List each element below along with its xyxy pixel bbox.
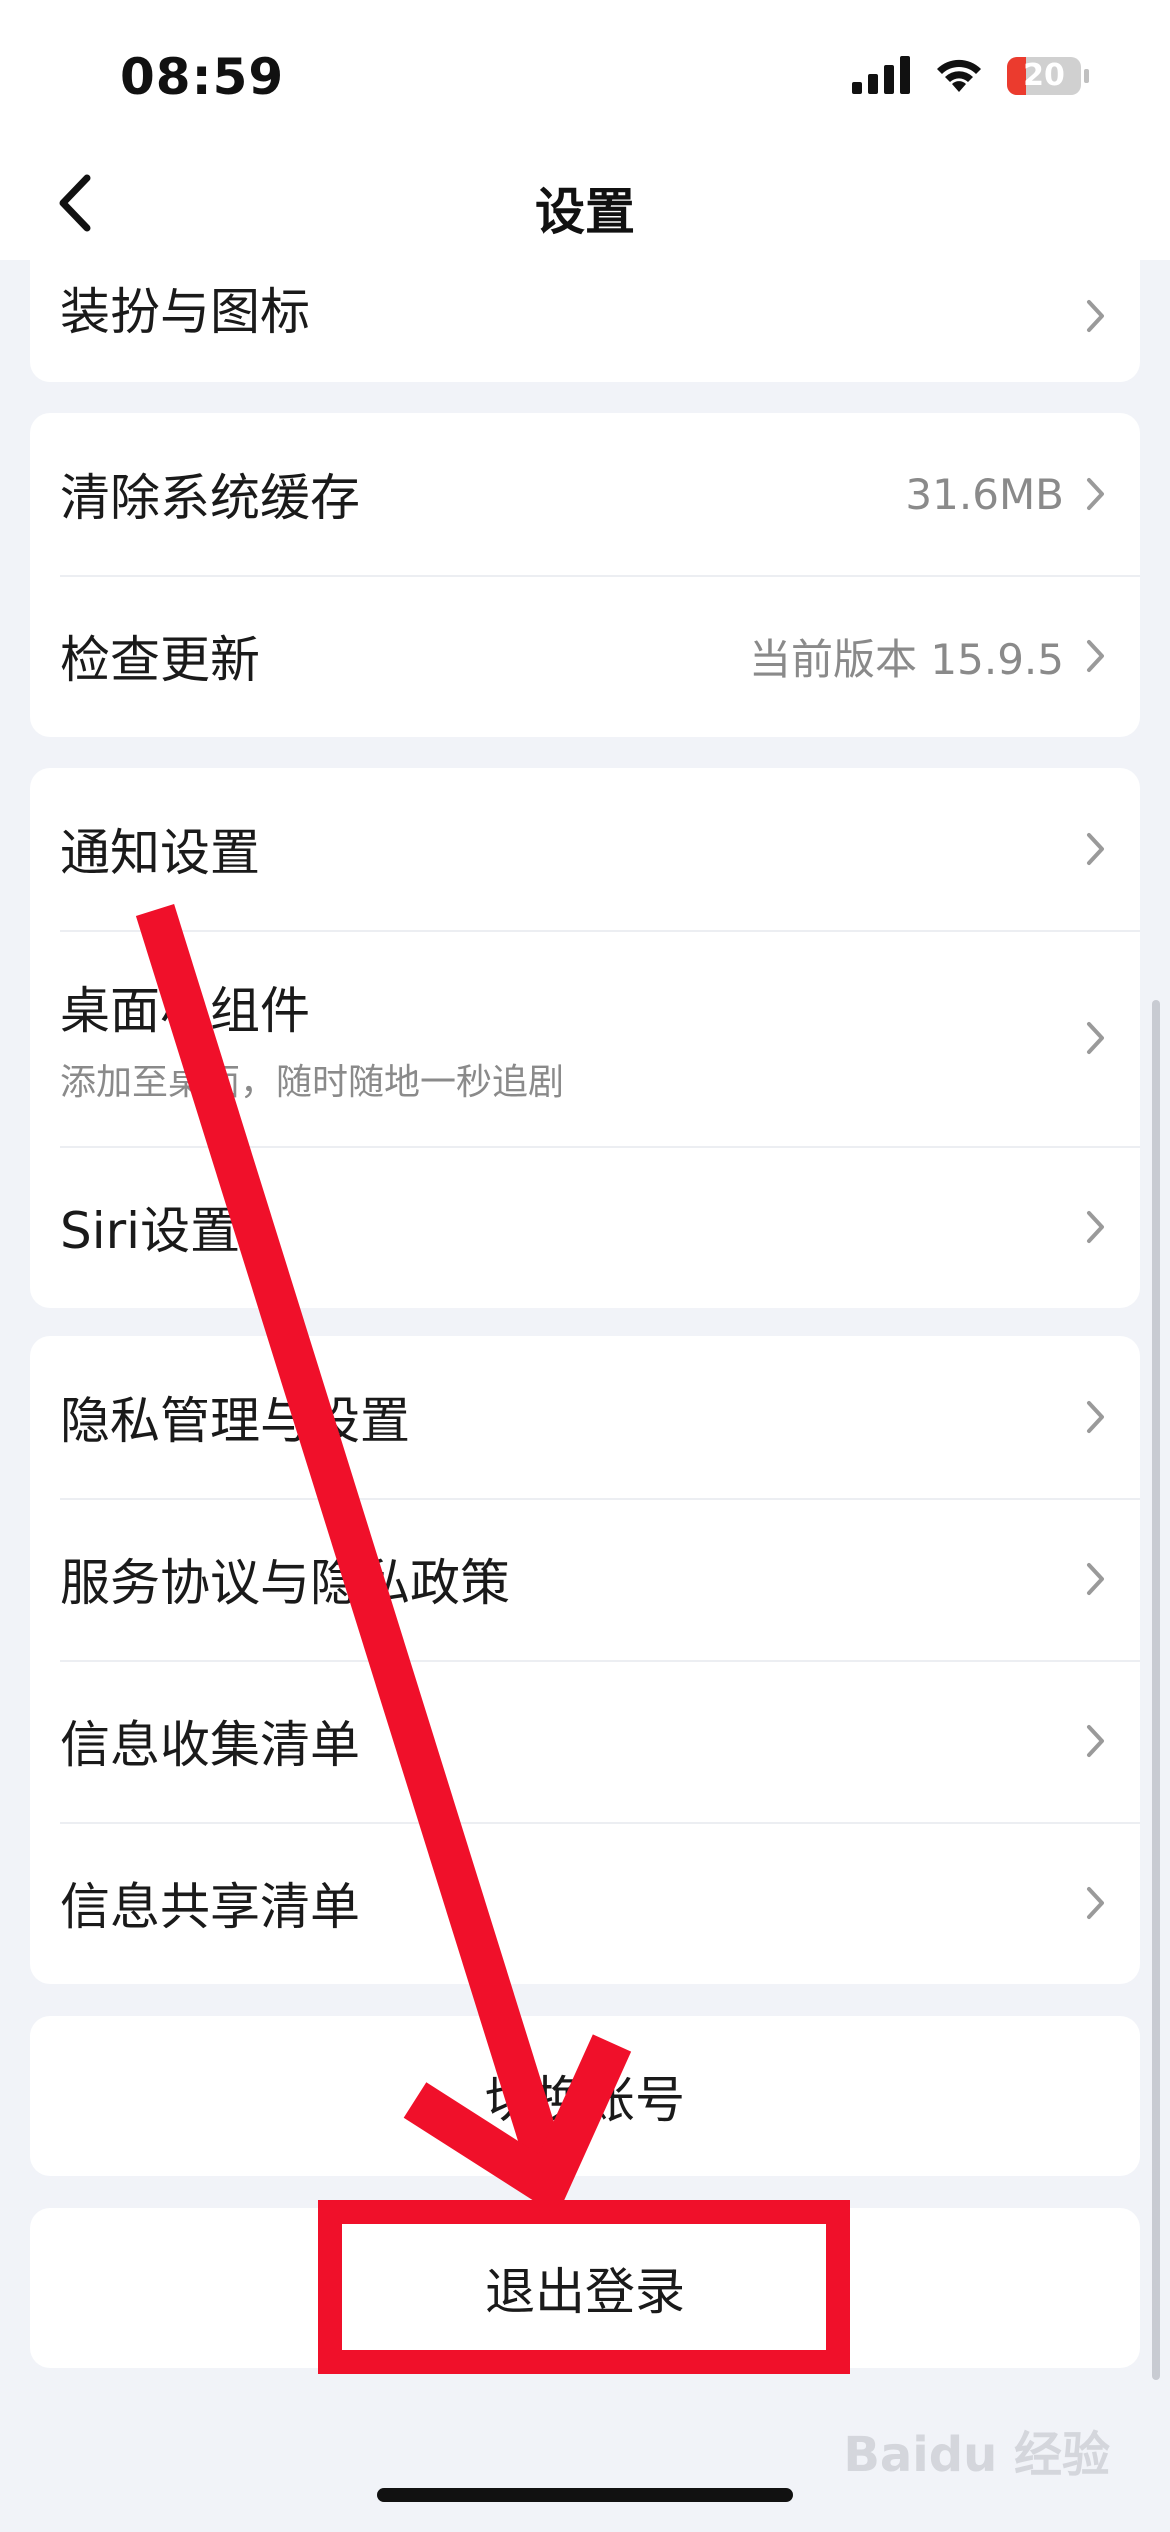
settings-row-privacy-management[interactable]: 隐私管理与设置 [30,1336,1140,1498]
chevron-right-icon [1086,1018,1110,1058]
chevron-right-icon [1086,1721,1110,1761]
chevron-right-icon [1086,474,1110,514]
status-icons: 20 [852,52,1090,100]
chevron-right-icon [1086,829,1110,869]
status-time: 08:59 [120,48,285,106]
row-label: 清除系统缓存 [60,469,360,527]
chevron-right-icon [1086,1397,1110,1437]
chevron-right-icon [1086,1207,1110,1247]
switch-account-card: 切换账号 [30,2016,1140,2176]
wifi-icon [932,54,986,98]
row-label: 装扮与图标 [60,283,310,341]
settings-row-notifications[interactable]: 通知设置 [30,768,1140,930]
home-indicator[interactable] [377,2488,793,2502]
settings-row-info-collection[interactable]: 信息收集清单 [30,1660,1140,1822]
row-label: 桌面小组件 [60,982,310,1040]
row-subtitle: 添加至桌面，随时随地一秒追剧 [60,1062,565,1103]
row-label: 信息收集清单 [60,1716,360,1774]
chevron-right-icon [1086,1559,1110,1599]
system-card: 清除系统缓存 31.6MB 检查更新 当前版本 15.9.5 [30,413,1140,737]
battery-icon: 20 [1006,56,1090,96]
row-label: 服务协议与隐私政策 [60,1554,510,1612]
row-label: 通知设置 [60,824,260,882]
privacy-card: 隐私管理与设置 服务协议与隐私政策 信息收集清单 信息共享清单 [30,1336,1140,1984]
chevron-right-icon [1086,636,1110,676]
settings-row-service-agreement[interactable]: 服务协议与隐私政策 [30,1498,1140,1660]
version-value: 当前版本 15.9.5 [749,634,1064,684]
settings-row-siri[interactable]: Siri设置 [30,1146,1140,1308]
switch-account-button[interactable]: 切换账号 [30,2016,1140,2176]
cellular-signal-icon [852,54,912,98]
row-label: 隐私管理与设置 [60,1392,410,1450]
cache-size-value: 31.6MB [905,469,1064,519]
settings-row-widgets[interactable]: 桌面小组件 添加至桌面，随时随地一秒追剧 [30,930,1140,1146]
settings-row-appearance-icons[interactable]: 装扮与图标 [30,260,1140,382]
chevron-right-icon [1086,1883,1110,1923]
appearance-card: 装扮与图标 [30,260,1140,382]
logout-card: 退出登录 [30,2208,1140,2368]
settings-row-clear-cache[interactable]: 清除系统缓存 31.6MB [30,413,1140,575]
settings-row-info-sharing[interactable]: 信息共享清单 [30,1822,1140,1984]
settings-row-check-update[interactable]: 检查更新 当前版本 15.9.5 [30,575,1140,737]
page-title: 设置 [535,183,635,241]
watermark: Baidu 经验 [843,2427,1110,2483]
scroll-indicator [1152,1000,1160,2380]
row-text: 桌面小组件 添加至桌面，随时随地一秒追剧 [60,971,564,1105]
row-label: 信息共享清单 [60,1878,360,1936]
row-label: Siri设置 [60,1202,241,1260]
battery-level: 20 [1023,58,1065,93]
notification-card: 通知设置 桌面小组件 添加至桌面，随时随地一秒追剧 Siri设置 [30,768,1140,1308]
logout-button[interactable]: 退出登录 [30,2208,1140,2368]
chevron-right-icon [1086,296,1110,336]
status-bar: 08:59 20 [0,0,1170,150]
navigation-bar: 设置 [0,150,1170,260]
row-label: 检查更新 [60,631,260,689]
